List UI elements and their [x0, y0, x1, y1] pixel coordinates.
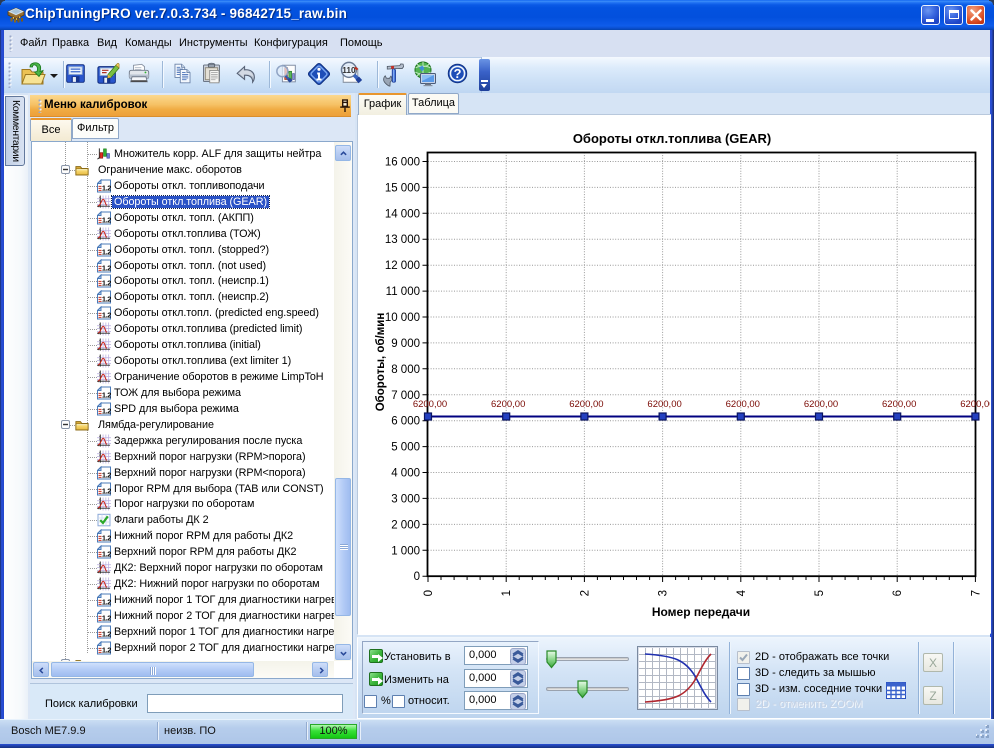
svg-text:4: 4	[736, 589, 748, 596]
svg-text:Номер передачи: Номер передачи	[652, 605, 750, 619]
svg-text:13 000: 13 000	[385, 234, 420, 246]
svg-text:8 000: 8 000	[391, 364, 420, 376]
svg-text:15 000: 15 000	[385, 182, 420, 194]
svg-text:10 000: 10 000	[385, 312, 420, 324]
svg-text:6200,00: 6200,00	[960, 399, 990, 410]
svg-text:Обороты откл.топлива (GEAR): Обороты откл.топлива (GEAR)	[573, 131, 771, 146]
svg-text:6200,00: 6200,00	[882, 399, 916, 410]
svg-text:9 000: 9 000	[391, 338, 420, 350]
svg-text:1: 1	[501, 590, 513, 596]
svg-text:2 000: 2 000	[391, 519, 420, 531]
svg-text:1 000: 1 000	[391, 545, 420, 557]
svg-text:3 000: 3 000	[391, 493, 420, 505]
svg-text:0: 0	[423, 590, 435, 596]
svg-text:2: 2	[579, 590, 591, 596]
svg-text:16 000: 16 000	[385, 157, 420, 169]
svg-text:6 000: 6 000	[391, 416, 420, 428]
svg-text:14 000: 14 000	[385, 208, 420, 220]
svg-text:0: 0	[414, 571, 420, 583]
svg-text:7: 7	[970, 590, 982, 596]
svg-text:12 000: 12 000	[385, 260, 420, 272]
svg-text:6200,00: 6200,00	[569, 399, 603, 410]
svg-text:3: 3	[658, 590, 670, 596]
svg-text:6: 6	[892, 590, 904, 596]
svg-text:6200,00: 6200,00	[804, 399, 838, 410]
svg-text:4 000: 4 000	[391, 468, 420, 480]
svg-text:5 000: 5 000	[391, 442, 420, 454]
svg-text:6200,00: 6200,00	[491, 399, 525, 410]
svg-text:Обороты, об/мин: Обороты, об/мин	[375, 313, 387, 412]
svg-text:5: 5	[814, 590, 826, 596]
svg-text:6200,00: 6200,00	[726, 399, 760, 410]
svg-text:6200,00: 6200,00	[647, 399, 681, 410]
svg-text:6200,00: 6200,00	[413, 399, 447, 410]
svg-text:11 000: 11 000	[386, 286, 420, 298]
